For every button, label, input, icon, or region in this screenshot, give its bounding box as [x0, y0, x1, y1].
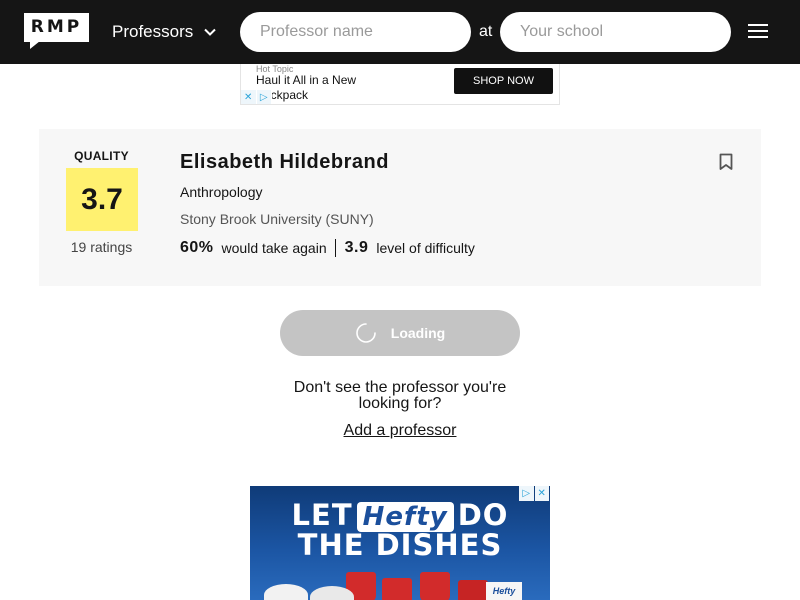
would-take-again-label: would take again [221, 240, 327, 256]
red-cup-image [382, 578, 412, 600]
add-professor-link[interactable]: Add a professor [280, 422, 520, 440]
ad-choices[interactable]: ✕ ▷ [241, 90, 272, 104]
ad-headline-do: DO [457, 498, 509, 532]
bookmark-icon[interactable] [719, 153, 733, 171]
ad-choices[interactable]: ▷ ✕ [519, 486, 550, 501]
close-ad-icon[interactable]: ✕ [534, 486, 549, 501]
loading-button[interactable]: Loading [280, 310, 520, 356]
professor-name[interactable]: Elisabeth Hildebrand [180, 151, 389, 174]
top-banner-ad[interactable]: Hot Topic Haul it All in a New Backpack … [240, 64, 560, 105]
ad-tagline: Haul it All in a New Backpack [256, 73, 357, 102]
ad-headline-2: THE DISHES [297, 528, 503, 562]
difficulty-value: 3.9 [344, 239, 369, 256]
close-ad-icon[interactable]: ✕ [241, 90, 256, 104]
quality-score: 3.7 [66, 168, 138, 231]
shop-now-button[interactable]: SHOP NOW [454, 68, 553, 94]
at-label: at [479, 23, 493, 40]
professor-card[interactable]: QUALITY 3.7 19 ratings Elisabeth Hildebr… [39, 129, 761, 286]
red-cup-image [420, 572, 450, 600]
bottom-banner-ad[interactable]: LET Hefty DO THE DISHES Hefty ▷ ✕ [250, 486, 550, 600]
hefty-box-image: Hefty [486, 582, 522, 600]
spinner-icon [356, 323, 376, 343]
search-type-dropdown[interactable]: Professors [112, 22, 217, 42]
quality-label: QUALITY [74, 149, 129, 163]
school-search-input[interactable] [500, 12, 731, 52]
logo-text: RMP [24, 13, 89, 42]
stats-divider [334, 239, 336, 257]
rmp-logo[interactable]: RMP [24, 13, 89, 49]
logo-speech-tail [30, 41, 40, 49]
hamburger-menu-icon[interactable] [748, 24, 768, 40]
professor-search-input[interactable] [240, 12, 471, 52]
professor-department: Anthropology [180, 184, 263, 200]
chevron-down-icon [204, 28, 216, 36]
difficulty-label: level of difficulty [376, 240, 475, 256]
red-cup-image [458, 580, 488, 600]
site-header: RMP Professors at [0, 0, 800, 64]
search-type-label: Professors [112, 22, 194, 41]
loading-label: Loading [390, 325, 446, 341]
adchoices-icon[interactable]: ▷ [256, 90, 271, 104]
professor-stats: 60% would take again 3.9 level of diffic… [180, 239, 475, 257]
ratings-count: 19 ratings [70, 239, 133, 255]
would-take-again-value: 60% [180, 239, 214, 256]
missing-professor-message: Don't see the professor you're looking f… [293, 379, 507, 412]
plate-image [264, 584, 308, 600]
professor-school: Stony Brook University (SUNY) [180, 211, 374, 227]
adchoices-icon[interactable]: ▷ [519, 486, 534, 501]
ad-headline-let: LET [291, 498, 353, 532]
ad-headline-1: LET Hefty DO [250, 498, 550, 532]
